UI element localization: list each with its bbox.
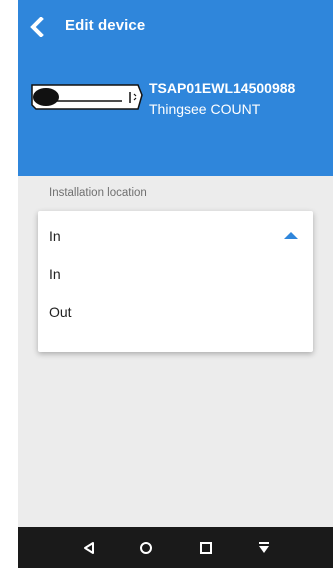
selected-value: In [49,228,61,244]
device-image [31,84,143,110]
system-nav-bar [18,527,333,568]
dropdown-option-out[interactable]: Out [38,294,313,330]
app-screen: Edit device TSAP01EWL14500988 Thingsee C… [18,0,333,568]
triangle-up-icon [284,232,298,239]
option-label: Out [49,304,72,320]
chevron-left-icon [30,17,44,37]
triangle-left-icon [84,542,94,554]
installation-location-label: Installation location [49,187,147,199]
installation-location-select[interactable]: In [38,211,313,261]
dropdown-option-in[interactable]: In [38,256,313,292]
installation-location-dropdown: In In Out [38,211,313,352]
device-model: Thingsee COUNT [149,101,261,117]
back-button[interactable] [22,12,52,42]
device-id: TSAP01EWL14500988 [149,80,296,96]
option-label: In [49,266,61,282]
nav-back-button[interactable] [76,535,102,561]
nav-recents-button[interactable] [193,535,219,561]
circle-icon [140,542,152,554]
nav-extra-button[interactable] [251,535,277,561]
square-icon [200,542,212,554]
app-header: Edit device TSAP01EWL14500988 Thingsee C… [18,0,333,176]
page-title: Edit device [65,17,146,34]
nav-home-button[interactable] [133,535,159,561]
download-icon [259,542,269,553]
